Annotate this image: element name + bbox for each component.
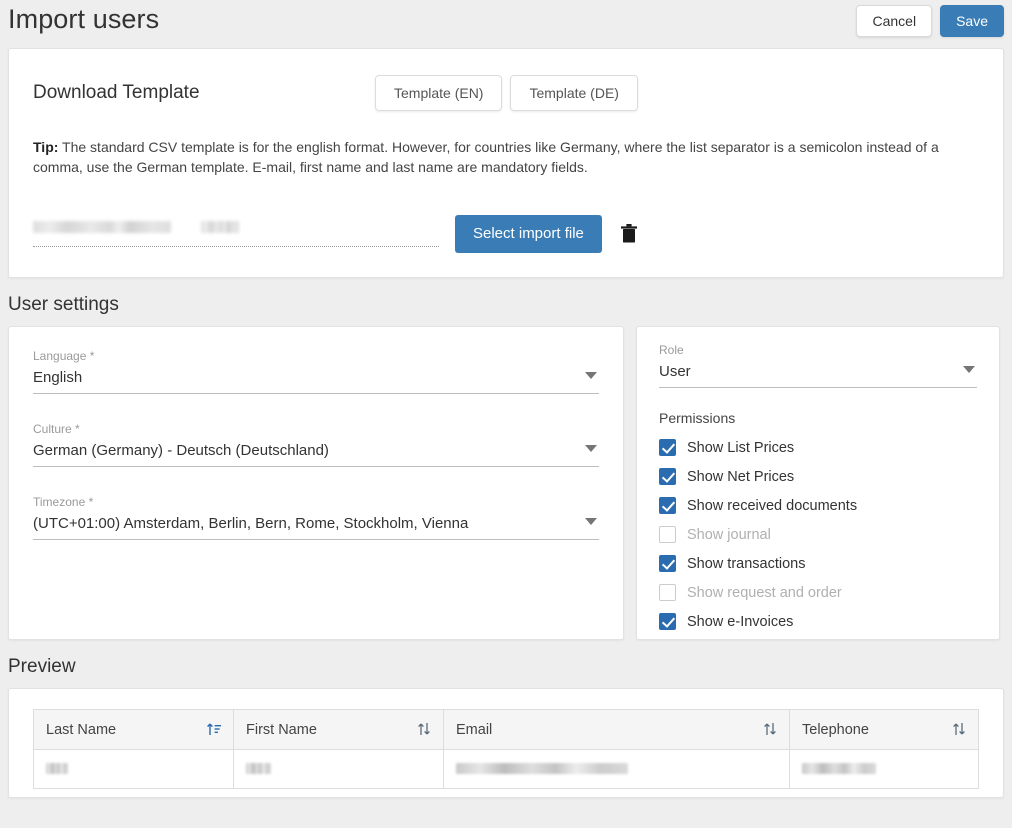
chevron-down-icon <box>963 366 975 373</box>
preview-heading: Preview <box>8 656 76 677</box>
tip-prefix: Tip: <box>33 139 59 155</box>
table-row[interactable] <box>33 749 979 789</box>
chevron-down-icon <box>585 445 597 452</box>
permission-label: Show received documents <box>687 497 858 514</box>
preview-table-body <box>33 749 979 789</box>
redacted-value <box>46 763 68 775</box>
redacted-value <box>456 763 628 775</box>
sort-none-icon <box>418 723 430 735</box>
permission-show-net-prices[interactable]: Show Net Prices <box>659 462 977 491</box>
chevron-down-icon <box>585 372 597 379</box>
column-header-last-name[interactable]: Last Name <box>33 709 234 750</box>
culture-value: German (Germany) - Deutsch (Deutschland) <box>33 442 329 459</box>
sort-none-icon <box>953 723 965 735</box>
permission-show-e-invoices[interactable]: Show e-Invoices <box>659 607 977 636</box>
template-en-button[interactable]: Template (EN) <box>375 75 503 111</box>
table-header-row: Last Name First Name Email Telephone <box>33 709 979 750</box>
select-import-file-button[interactable]: Select import file <box>455 215 602 253</box>
redacted-value <box>802 763 876 775</box>
permissions-list: Show List Prices Show Net Prices Show re… <box>659 433 977 636</box>
page-header: Import users Cancel Save <box>0 0 1012 48</box>
column-label: Email <box>456 721 493 738</box>
culture-label: Culture * <box>33 422 80 436</box>
role-select[interactable]: User <box>659 362 977 388</box>
save-button[interactable]: Save <box>940 5 1004 37</box>
sort-ascending-alpha-icon <box>207 723 221 735</box>
timezone-value: (UTC+01:00) Amsterdam, Berlin, Bern, Rom… <box>33 515 469 532</box>
checkbox-icon[interactable] <box>659 497 676 514</box>
column-header-email[interactable]: Email <box>443 709 790 750</box>
template-de-button[interactable]: Template (DE) <box>510 75 638 111</box>
cancel-button[interactable]: Cancel <box>856 5 933 37</box>
permission-show-journal: Show journal <box>659 520 977 549</box>
checkbox-icon[interactable] <box>659 555 676 572</box>
cell-telephone <box>789 749 979 789</box>
trash-icon-glyph <box>620 224 637 243</box>
user-settings-heading: User settings <box>8 294 119 315</box>
file-name-redacted-tail <box>201 221 239 233</box>
file-name-redacted <box>33 221 171 233</box>
culture-field[interactable]: Culture * German (Germany) - Deutsch (De… <box>33 422 599 467</box>
permission-label: Show List Prices <box>687 439 795 456</box>
cell-email <box>443 749 790 789</box>
culture-select[interactable]: German (Germany) - Deutsch (Deutschland) <box>33 441 599 467</box>
role-label: Role <box>659 343 684 357</box>
preview-card: Last Name First Name Email Telephone <box>8 688 1004 798</box>
permission-label: Show e-Invoices <box>687 613 794 630</box>
tip-body: The standard CSV template is for the eng… <box>33 139 939 175</box>
cell-first-name <box>233 749 444 789</box>
column-label: First Name <box>246 721 317 738</box>
permission-show-list-prices[interactable]: Show List Prices <box>659 433 977 462</box>
checkbox-icon[interactable] <box>659 439 676 456</box>
language-select[interactable]: English <box>33 368 599 394</box>
language-label: Language * <box>33 349 95 363</box>
checkbox-icon <box>659 526 676 543</box>
column-header-telephone[interactable]: Telephone <box>789 709 979 750</box>
permission-label: Show transactions <box>687 555 806 572</box>
header-actions: Cancel Save <box>856 5 1004 37</box>
permission-label: Show journal <box>687 526 771 543</box>
user-settings-right-panel: Role User Permissions Show List Prices S… <box>636 326 1000 640</box>
permission-label: Show request and order <box>687 584 842 601</box>
download-template-row: Download Template Template (EN) Template… <box>33 73 979 113</box>
permission-show-request-and-order: Show request and order <box>659 578 977 607</box>
page-title: Import users <box>8 4 160 34</box>
download-template-title: Download Template <box>33 82 200 103</box>
file-input-underline <box>33 246 439 247</box>
import-template-card: Download Template Template (EN) Template… <box>8 48 1004 278</box>
column-header-first-name[interactable]: First Name <box>233 709 444 750</box>
checkbox-icon[interactable] <box>659 468 676 485</box>
tip-text: Tip: The standard CSV template is for th… <box>33 137 979 177</box>
permission-show-transactions[interactable]: Show transactions <box>659 549 977 578</box>
preview-table-head: Last Name First Name Email Telephone <box>33 709 979 750</box>
column-label: Telephone <box>802 721 869 738</box>
user-settings-row: Language * English Culture * German (Ger… <box>8 326 1004 640</box>
chevron-down-icon <box>585 518 597 525</box>
cell-last-name <box>33 749 234 789</box>
user-settings-left-panel: Language * English Culture * German (Ger… <box>8 326 624 640</box>
checkbox-icon <box>659 584 676 601</box>
trash-icon[interactable] <box>618 221 640 247</box>
file-select-row: Select import file <box>33 209 979 259</box>
permissions-title: Permissions <box>659 410 736 426</box>
template-buttons: Template (EN) Template (DE) <box>375 75 638 111</box>
sort-none-icon <box>764 723 776 735</box>
timezone-label: Timezone * <box>33 495 94 509</box>
language-field[interactable]: Language * English <box>33 349 599 394</box>
redacted-value <box>246 763 271 775</box>
role-field[interactable]: Role User <box>659 343 977 388</box>
permission-show-received-documents[interactable]: Show received documents <box>659 491 977 520</box>
language-value: English <box>33 369 83 386</box>
file-name-input[interactable] <box>33 217 439 251</box>
preview-table: Last Name First Name Email Telephone <box>33 709 979 789</box>
permission-label: Show Net Prices <box>687 468 795 485</box>
role-value: User <box>659 363 691 380</box>
column-label: Last Name <box>46 721 117 738</box>
timezone-field[interactable]: Timezone * (UTC+01:00) Amsterdam, Berlin… <box>33 495 599 540</box>
timezone-select[interactable]: (UTC+01:00) Amsterdam, Berlin, Bern, Rom… <box>33 514 599 540</box>
checkbox-icon[interactable] <box>659 613 676 630</box>
